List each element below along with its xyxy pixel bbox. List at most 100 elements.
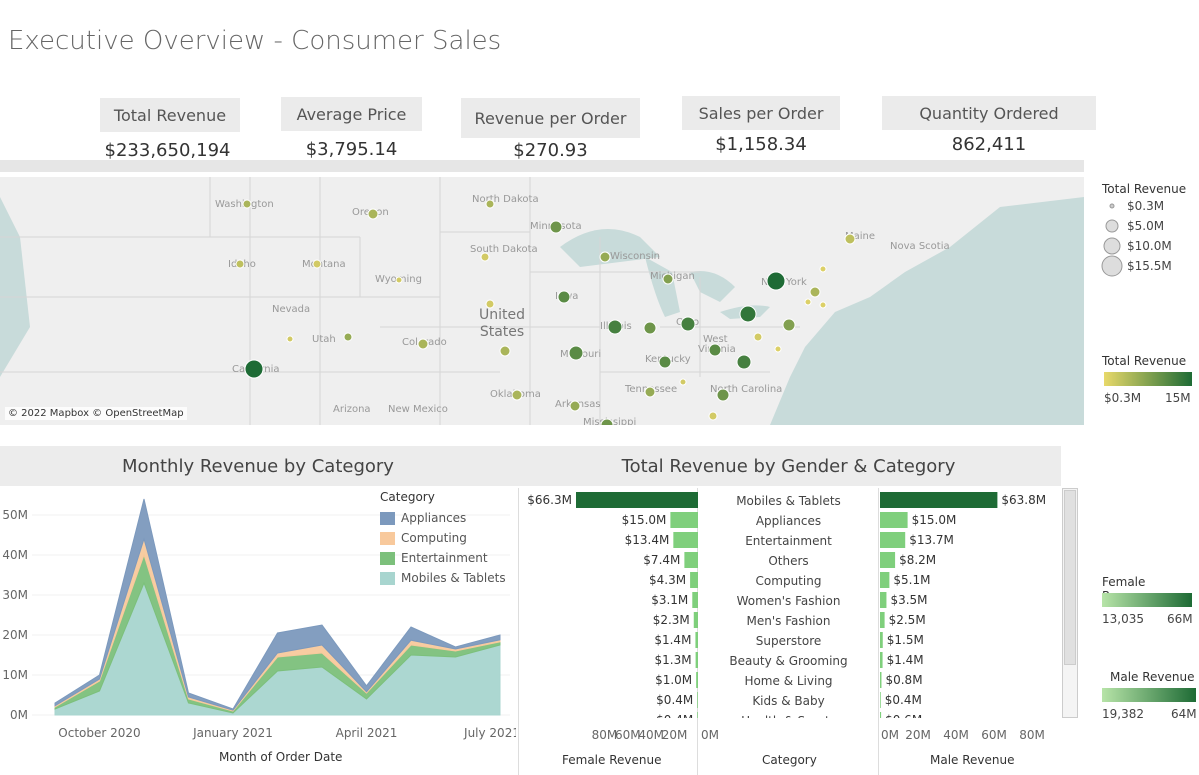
size-legend-item-0: $0.3M bbox=[1127, 199, 1165, 213]
map-dot[interactable] bbox=[235, 259, 245, 269]
category-legend-item[interactable]: Mobiles & Tablets bbox=[380, 568, 506, 588]
map-dot[interactable] bbox=[643, 321, 657, 335]
male-bar[interactable] bbox=[880, 652, 883, 668]
male-bar-label: $0.4M bbox=[885, 693, 922, 707]
male-bar[interactable] bbox=[880, 592, 887, 608]
revenue-color-legend-max: 15M bbox=[1165, 391, 1191, 405]
category-legend-item[interactable]: Entertainment bbox=[380, 548, 506, 568]
scrollbar-thumb[interactable] bbox=[1064, 490, 1076, 665]
legend-label: Entertainment bbox=[401, 551, 488, 565]
female-bar[interactable] bbox=[673, 532, 698, 548]
category-labels: Mobiles & Tablets Appliances Entertainment… bbox=[698, 488, 879, 718]
map-dot[interactable] bbox=[782, 318, 796, 332]
kpi-average-price-value: $3,795.14 bbox=[305, 139, 398, 160]
kpi-sales-per-order-label: Sales per Order bbox=[682, 96, 840, 130]
monthly-chart-title: Monthly Revenue by Category bbox=[0, 446, 516, 486]
male-bar-label: $2.5M bbox=[889, 613, 926, 627]
map-dot[interactable] bbox=[804, 298, 812, 306]
map-dot[interactable] bbox=[662, 273, 674, 285]
map-dot[interactable] bbox=[716, 388, 730, 402]
male-bar-label: $15.0M bbox=[912, 513, 957, 527]
female-bar-label: $7.4M bbox=[643, 553, 680, 567]
category-legend-item[interactable]: Computing bbox=[380, 528, 506, 548]
map-dot[interactable] bbox=[569, 400, 581, 412]
map-dot[interactable] bbox=[367, 208, 379, 220]
male-bar-label: $0.8M bbox=[885, 673, 922, 687]
category-legend-item[interactable]: Appliances bbox=[380, 508, 506, 528]
size-legend-item-2: $10.0M bbox=[1127, 239, 1172, 253]
size-legend-item-3: $15.5M bbox=[1127, 259, 1172, 273]
map-dot[interactable] bbox=[480, 252, 490, 262]
male-bar[interactable] bbox=[880, 512, 908, 528]
map-dot[interactable] bbox=[774, 345, 782, 353]
male-bar[interactable] bbox=[880, 532, 906, 548]
revenue-color-legend-title: Total Revenue bbox=[1102, 354, 1187, 368]
map-dot[interactable] bbox=[244, 359, 264, 379]
male-bar-label: $0.6M bbox=[885, 713, 922, 727]
map-dot[interactable] bbox=[679, 378, 687, 386]
map-dot[interactable] bbox=[549, 220, 563, 234]
map-dot[interactable] bbox=[242, 199, 252, 209]
map-dot[interactable] bbox=[753, 332, 763, 342]
map-canvas: WashingtonOregonIdahoMontanaWyomingNevad… bbox=[0, 177, 1084, 425]
female-bar-label: $66.3M bbox=[527, 493, 572, 507]
map-dot[interactable] bbox=[485, 199, 495, 209]
map-dot[interactable] bbox=[739, 305, 757, 323]
category-label: Health & Sports bbox=[698, 712, 879, 718]
map-dot[interactable] bbox=[819, 265, 827, 273]
map-dot[interactable] bbox=[607, 319, 623, 335]
map-dot[interactable] bbox=[658, 355, 672, 369]
map-dot[interactable] bbox=[511, 389, 523, 401]
monthly-x-axis-title: Month of Order Date bbox=[219, 750, 343, 764]
revenue-map[interactable]: WashingtonOregonIdahoMontanaWyomingNevad… bbox=[0, 177, 1084, 425]
male-bar[interactable] bbox=[880, 572, 890, 588]
divider bbox=[0, 160, 1084, 172]
male-bar[interactable] bbox=[880, 692, 881, 708]
map-dot[interactable] bbox=[417, 338, 429, 350]
map-dot[interactable] bbox=[766, 271, 786, 291]
map-dot[interactable] bbox=[819, 301, 827, 309]
map-dot[interactable] bbox=[736, 354, 752, 370]
gender-chart-title: Total Revenue by Gender & Category bbox=[516, 446, 1061, 486]
male-color-legend-min: 19,382 bbox=[1102, 707, 1144, 721]
map-dot[interactable] bbox=[485, 299, 495, 309]
map-dot[interactable] bbox=[286, 335, 294, 343]
map-dot[interactable] bbox=[708, 343, 722, 357]
map-dot[interactable] bbox=[557, 290, 571, 304]
map-dot[interactable] bbox=[809, 286, 821, 298]
male-bar[interactable] bbox=[880, 612, 885, 628]
male-bar[interactable] bbox=[880, 672, 882, 688]
female-bar[interactable] bbox=[690, 572, 698, 588]
female-bar[interactable] bbox=[684, 552, 698, 568]
map-dot[interactable] bbox=[568, 345, 584, 361]
legend-swatch bbox=[380, 511, 395, 525]
female-bar[interactable] bbox=[576, 492, 698, 508]
revenue-color-legend-min: $0.3M bbox=[1104, 391, 1142, 405]
category-label: Appliances bbox=[755, 514, 822, 528]
category-legend-title: Category bbox=[380, 490, 435, 504]
category-label: Others bbox=[768, 554, 809, 568]
category-label: Computing bbox=[755, 574, 822, 588]
map-attribution[interactable]: © 2022 Mapbox © OpenStreetMap bbox=[5, 407, 187, 420]
map-dot[interactable] bbox=[499, 345, 511, 357]
map-dot[interactable] bbox=[844, 233, 856, 245]
female-bar-label: $2.3M bbox=[653, 613, 690, 627]
map-dot[interactable] bbox=[680, 316, 696, 332]
gender-scrollbar[interactable] bbox=[1062, 488, 1078, 718]
size-legend-circle-1 bbox=[1105, 219, 1119, 233]
male-bar[interactable] bbox=[880, 632, 883, 648]
male-bar[interactable] bbox=[880, 552, 896, 568]
map-dot[interactable] bbox=[312, 259, 322, 269]
male-bar[interactable] bbox=[880, 492, 998, 508]
male-tick-label: 60M bbox=[981, 728, 1007, 742]
map-dot[interactable] bbox=[708, 411, 718, 421]
map-dot[interactable] bbox=[343, 332, 353, 342]
map-dot[interactable] bbox=[644, 386, 656, 398]
map-dot[interactable] bbox=[599, 251, 611, 263]
female-bar-label: $1.0M bbox=[655, 673, 692, 687]
state-label: Wisconsin bbox=[610, 251, 660, 262]
map-dot[interactable] bbox=[395, 276, 403, 284]
male-bar[interactable] bbox=[880, 712, 882, 728]
x-tick-label: January 2021 bbox=[192, 726, 273, 740]
female-bar[interactable] bbox=[670, 512, 698, 528]
